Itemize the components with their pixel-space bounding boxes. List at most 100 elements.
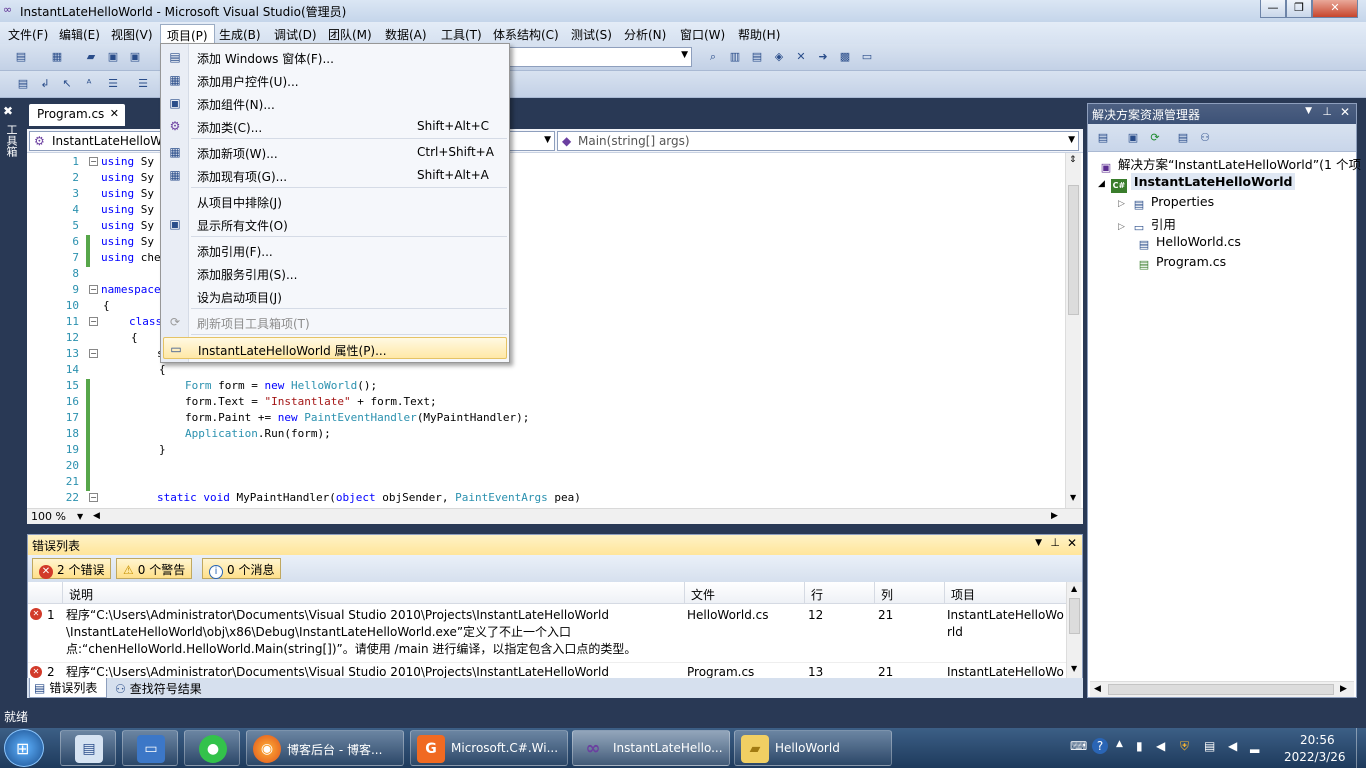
menu-view[interactable]: 视图(V) <box>105 24 159 43</box>
menu-team[interactable]: 团队(M) <box>322 24 378 43</box>
error-row[interactable]: ✕ 2 程序“C:\Users\Administrator\Documents\… <box>28 662 1066 678</box>
menu-data[interactable]: 数据(A) <box>379 24 433 43</box>
solution-explorer-icon[interactable]: ▥ <box>726 48 744 66</box>
menu-help[interactable]: 帮助(H) <box>732 24 786 43</box>
tree-file-program[interactable]: ▤ Program.cs <box>1136 254 1226 274</box>
messages-filter-button[interactable]: i0 个消息 <box>202 558 282 579</box>
menu-build[interactable]: 生成(B) <box>213 24 267 43</box>
collapse-icon[interactable]: − <box>89 493 98 502</box>
menu-item-set-startup-project[interactable]: 设为启动项目(J) <box>163 285 507 307</box>
column-header-description[interactable]: 说明 <box>63 582 685 604</box>
column-header-column[interactable]: 列 <box>875 582 945 604</box>
scroll-right-icon[interactable]: ▶ <box>1051 511 1058 521</box>
close-icon[interactable]: ✕ <box>1340 105 1350 119</box>
clipboard-icon[interactable]: ▤ <box>1204 739 1215 753</box>
parameter-info-icon[interactable]: ↲ <box>36 75 54 93</box>
quick-info-icon[interactable]: ▤ <box>14 75 32 93</box>
tree-file-helloworld[interactable]: ▤ HelloWorld.cs <box>1136 234 1241 254</box>
taskbar-pinned-wechat[interactable]: ● <box>184 730 240 766</box>
show-desktop-button[interactable] <box>1356 728 1366 768</box>
menu-analyze[interactable]: 分析(N) <box>618 24 672 43</box>
chevron-down-icon[interactable]: ▼ <box>1305 106 1312 116</box>
collapse-icon[interactable]: − <box>89 157 98 166</box>
security-shield-icon[interactable]: ⛨ <box>1180 739 1189 754</box>
tab-close-icon[interactable]: ✕ <box>110 107 119 120</box>
open-file-icon[interactable]: ▰ <box>82 48 100 66</box>
scroll-thumb[interactable] <box>1068 185 1079 315</box>
collapse-icon[interactable]: − <box>89 285 98 294</box>
menu-window[interactable]: 窗口(W) <box>674 24 731 43</box>
toolbox-strip[interactable]: ✖ 工具箱 <box>0 100 22 700</box>
view-code-icon[interactable]: ▤ <box>1174 129 1192 147</box>
save-all-icon[interactable]: ▣ <box>126 48 144 66</box>
menu-architecture[interactable]: 体系结构(C) <box>487 24 565 43</box>
command-window-icon[interactable]: ▭ <box>858 48 876 66</box>
scroll-right-icon[interactable]: ▶ <box>1340 684 1347 694</box>
chevron-down-icon[interactable]: ▼ <box>1035 538 1042 548</box>
solution-config-dropdown[interactable]: ▼ <box>508 47 692 67</box>
column-header-project[interactable]: 项目 <box>945 582 1067 604</box>
chevron-down-icon[interactable]: ▼ <box>77 512 83 521</box>
class-diagram-icon[interactable]: ⚇ <box>1196 129 1214 147</box>
menu-item-add-new-item[interactable]: ▦ 添加新项(W)... Ctrl+Shift+A <box>163 141 507 163</box>
menu-test[interactable]: 测试(S) <box>565 24 618 43</box>
errors-filter-button[interactable]: ✕ 2 个错误 <box>32 558 112 579</box>
toolbox-icon[interactable]: ✕ <box>792 48 810 66</box>
menu-debug[interactable]: 调试(D) <box>268 24 323 43</box>
menu-project[interactable]: 项目(P) <box>160 24 215 43</box>
start-button[interactable]: ⊞ <box>4 729 44 767</box>
scroll-up-icon[interactable]: ▲ <box>1071 584 1077 593</box>
menu-item-project-properties[interactable]: ▭ InstantLateHelloWorld 属性(P)... <box>163 337 507 359</box>
save-icon[interactable]: ▣ <box>104 48 122 66</box>
member-dropdown[interactable]: ◆ Main(string[] args) ▼ <box>557 131 1079 151</box>
menu-item-add-component[interactable]: ▣ 添加组件(N)... <box>163 92 507 114</box>
tray-chevron-icon[interactable]: ▲ <box>1116 739 1123 749</box>
find-icon[interactable]: ⌕ <box>704 48 722 66</box>
menu-item-add-service-reference[interactable]: 添加服务引用(S)... <box>163 262 507 284</box>
complete-word-icon[interactable]: ↖ <box>58 75 76 93</box>
network-icon[interactable]: ▮ <box>1136 739 1143 753</box>
taskbar-item-pdf[interactable]: G Microsoft.C#.Wi... <box>410 730 568 766</box>
signal-icon[interactable]: ▂ <box>1250 739 1259 753</box>
tab-error-list[interactable]: ▤ 错误列表 <box>29 678 107 698</box>
collapse-icon[interactable]: − <box>89 349 98 358</box>
menu-tools[interactable]: 工具(T) <box>435 24 488 43</box>
speaker-icon[interactable]: ◀ <box>1228 739 1237 753</box>
scroll-thumb[interactable] <box>1108 684 1334 695</box>
tree-properties[interactable]: ▷ ▤ Properties <box>1118 194 1214 214</box>
extension-manager-icon[interactable]: ▩ <box>836 48 854 66</box>
scroll-left-icon[interactable]: ◀ <box>1094 684 1101 694</box>
scroll-thumb[interactable] <box>1069 598 1080 634</box>
maximize-button[interactable]: ❐ <box>1286 0 1312 18</box>
keyboard-icon[interactable]: ⌨ <box>1070 739 1087 753</box>
menu-item-add-existing-item[interactable]: ▦ 添加现有项(G)... Shift+Alt+A <box>163 164 507 186</box>
volume-mute-icon[interactable]: ◀ <box>1156 739 1165 753</box>
tab-program-cs[interactable]: Program.cs ✕ <box>29 104 125 126</box>
menu-file[interactable]: 文件(F) <box>2 24 54 43</box>
pin-icon[interactable]: ⊥ <box>1050 536 1060 549</box>
menu-item-add-user-control[interactable]: ▦ 添加用户控件(U)... <box>163 69 507 91</box>
add-item-icon[interactable]: ▦ <box>48 48 66 66</box>
horizontal-scrollbar[interactable]: ◀ ▶ <box>1090 681 1354 697</box>
close-button[interactable]: ✕ <box>1312 0 1358 18</box>
split-icon[interactable]: ⇕ <box>1069 155 1077 165</box>
menu-item-show-all-files[interactable]: ▣ 显示所有文件(O) <box>163 213 507 235</box>
zoom-level[interactable]: 100 % <box>31 510 66 523</box>
column-header-line[interactable]: 行 <box>805 582 875 604</box>
error-list-scrollbar[interactable]: ▲ ▼ <box>1066 582 1082 678</box>
scroll-left-icon[interactable]: ◀ <box>93 511 100 521</box>
properties-window-icon[interactable]: ▤ <box>748 48 766 66</box>
editor-vertical-scrollbar[interactable]: ⇕ ▼ <box>1065 153 1081 508</box>
column-header-file[interactable]: 文件 <box>685 582 805 604</box>
column-header-index[interactable] <box>28 582 63 604</box>
taskbar-item-firefox[interactable]: ◉ 博客后台 - 博客... <box>246 730 404 766</box>
scroll-down-icon[interactable]: ▼ <box>1071 664 1077 673</box>
taskbar-item-visual-studio[interactable]: ∞ InstantLateHello... <box>572 730 730 766</box>
tree-references[interactable]: ▷ ▭ 引用 <box>1118 214 1176 234</box>
taskbar-pinned-desktop[interactable]: ▭ <box>122 730 178 766</box>
menu-item-add-windows-form[interactable]: ▤ 添加 Windows 窗体(F)... <box>163 46 507 68</box>
display-word-icon[interactable]: ᴬ <box>80 75 98 93</box>
menu-item-add-reference[interactable]: 添加引用(F)... <box>163 239 507 261</box>
scroll-down-icon[interactable]: ▼ <box>1070 493 1076 502</box>
warnings-filter-button[interactable]: ⚠ 0 个警告 <box>116 558 193 579</box>
